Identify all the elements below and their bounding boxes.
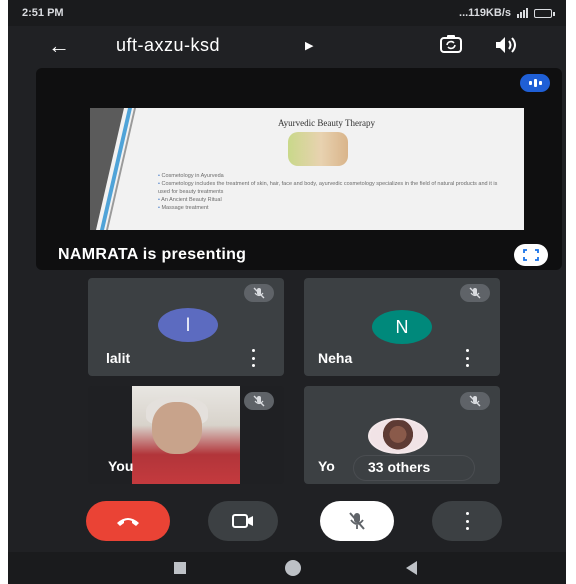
- participant-name: lalit: [106, 350, 131, 366]
- avatar: l: [158, 308, 218, 342]
- more-vert-icon[interactable]: [250, 349, 256, 367]
- slide-bullet: An Ancient Beauty Ritual: [158, 196, 508, 204]
- presentation-tile[interactable]: Ayurvedic Beauty Therapy Cosmetology in …: [36, 68, 562, 270]
- participant-tile-self[interactable]: You: [88, 386, 284, 484]
- mic-off-icon: [469, 395, 481, 407]
- slide-bullet: Cosmetology includes the treatment of sk…: [158, 180, 508, 196]
- camera-toggle-button[interactable]: [208, 501, 278, 541]
- video-camera-icon: [232, 514, 253, 528]
- slide-bullet: Cosmetology in Ayurveda: [158, 172, 508, 180]
- audio-level-icon: [520, 74, 550, 92]
- network-speed: ...119KB/s: [459, 7, 511, 19]
- participant-tile-others[interactable]: Yo 33 others: [304, 386, 500, 484]
- mic-off-icon: [469, 287, 481, 299]
- mic-off-icon: [349, 512, 365, 530]
- mic-off-badge: [244, 284, 274, 302]
- mic-off-badge: [460, 284, 490, 302]
- switch-camera-icon[interactable]: [440, 35, 462, 53]
- participant-tile-lalit[interactable]: l lalit: [88, 278, 284, 376]
- mic-off-badge: [244, 392, 274, 410]
- home-icon[interactable]: [285, 560, 301, 576]
- mic-off-badge: [460, 392, 490, 410]
- participant-name: Neha: [318, 350, 353, 366]
- end-call-button[interactable]: [86, 501, 170, 541]
- caret-right-icon[interactable]: ▶: [305, 39, 313, 52]
- end-call-icon: [117, 518, 139, 526]
- self-video-feed: [132, 386, 240, 484]
- participant-name: You: [108, 458, 134, 474]
- more-options-icon: [464, 512, 470, 530]
- more-vert-icon[interactable]: [464, 349, 470, 367]
- fullscreen-button[interactable]: [514, 244, 548, 266]
- meeting-top-bar: ← uft-axzu-ksd ▶: [8, 26, 566, 66]
- others-count-label: 33 others: [368, 459, 431, 475]
- recents-icon[interactable]: [174, 562, 186, 574]
- nav-back-icon[interactable]: [406, 561, 417, 575]
- avatar: N: [372, 310, 432, 344]
- mic-off-icon: [253, 395, 265, 407]
- meet-screen: 2:51 PM ...119KB/s ← uft-axzu-ksd ▶ Ayur…: [8, 0, 566, 584]
- mic-toggle-button[interactable]: [320, 501, 394, 541]
- avatar-initial: l: [186, 314, 190, 335]
- system-nav-bar: [8, 552, 566, 584]
- status-time: 2:51 PM: [22, 7, 64, 19]
- slide-bullet-list: Cosmetology in Ayurveda Cosmetology incl…: [158, 172, 508, 212]
- slide-image: [288, 132, 348, 166]
- speaker-icon[interactable]: [494, 35, 518, 55]
- participant-name: Yo: [318, 458, 335, 474]
- slide-title: Ayurvedic Beauty Therapy: [278, 118, 375, 128]
- slide-bullet: Massage treatment: [158, 204, 508, 212]
- avatar: [368, 418, 428, 454]
- presenting-label: NAMRATA is presenting: [58, 246, 247, 263]
- more-options-button[interactable]: [432, 501, 502, 541]
- avatar-initial: N: [395, 316, 409, 337]
- back-arrow-icon[interactable]: ←: [48, 33, 70, 59]
- signal-icon: [517, 8, 528, 18]
- others-count-pill[interactable]: 33 others: [354, 456, 474, 480]
- mic-off-icon: [253, 287, 265, 299]
- video-person-face: [152, 402, 202, 454]
- meeting-code[interactable]: uft-axzu-ksd: [116, 35, 220, 56]
- presented-slide: Ayurvedic Beauty Therapy Cosmetology in …: [90, 108, 524, 230]
- status-indicators: ...119KB/s: [459, 7, 555, 19]
- slide-decoration: [90, 108, 136, 230]
- participant-tile-neha[interactable]: N Neha: [304, 278, 500, 376]
- battery-icon: [534, 8, 555, 18]
- fullscreen-icon: [523, 249, 539, 261]
- status-bar: 2:51 PM ...119KB/s: [8, 0, 566, 26]
